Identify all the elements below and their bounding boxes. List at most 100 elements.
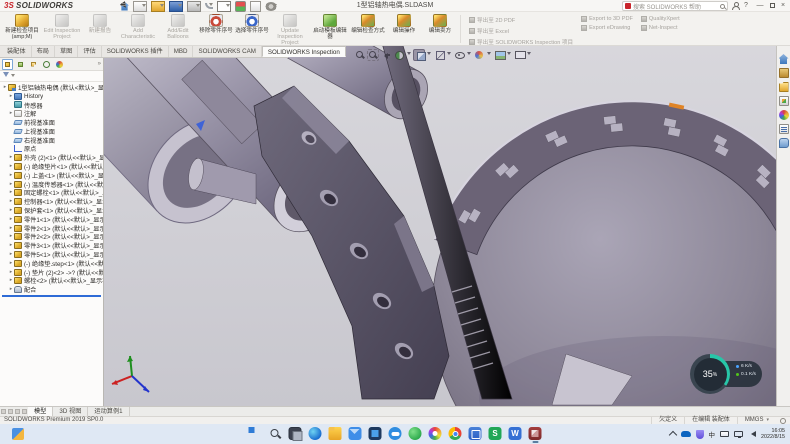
custom-properties-icon[interactable] bbox=[779, 124, 789, 134]
tree-item[interactable]: 零件3<1> (默认<<默认>_显示状态 bbox=[0, 241, 103, 250]
hide-show-items-icon[interactable] bbox=[453, 49, 465, 61]
ribbon-button[interactable]: 编辑操作 bbox=[386, 13, 422, 45]
fm-tabs-overflow[interactable]: » bbox=[98, 61, 101, 67]
command-tab[interactable]: SOLIDWORKS 插件 bbox=[102, 46, 169, 57]
export-item[interactable]: Export eDrawing bbox=[581, 25, 633, 31]
qat-icon[interactable] bbox=[218, 2, 227, 11]
display-cast-icon[interactable] bbox=[734, 431, 743, 437]
command-tab[interactable]: 装配体 bbox=[2, 46, 32, 57]
tree-item[interactable]: 外壳 (2)<1> (默认<<默认>_显示状 bbox=[0, 153, 103, 162]
configurationmanager-icon[interactable] bbox=[28, 59, 39, 70]
tree-item[interactable]: 零件1<1> (默认<<默认>_显示状态 bbox=[0, 215, 103, 224]
ribbon-button[interactable]: Edit Inspection Project bbox=[42, 13, 82, 45]
tree-item[interactable]: (-) 上盖<1> (默认<<默认>_显示状 bbox=[0, 171, 103, 180]
forum-icon[interactable] bbox=[779, 138, 789, 148]
tree-item[interactable]: History bbox=[0, 92, 103, 101]
status-item[interactable]: MMGS bbox=[737, 417, 776, 424]
solidworks-resources-icon[interactable] bbox=[779, 54, 789, 64]
file-explorer-task-icon[interactable] bbox=[329, 427, 342, 440]
solidworks-app-icon[interactable] bbox=[529, 427, 542, 440]
hud-caret-icon[interactable] bbox=[527, 52, 531, 57]
qat-icon[interactable] bbox=[188, 2, 197, 11]
tree-item[interactable]: 注解 bbox=[0, 109, 103, 118]
w-app-icon[interactable]: W bbox=[509, 427, 522, 440]
command-tab[interactable]: 评估 bbox=[78, 46, 101, 57]
search-magnifier-icon[interactable] bbox=[720, 4, 725, 9]
keyboard-icon[interactable] bbox=[720, 431, 729, 437]
widgets-icon[interactable] bbox=[12, 428, 24, 440]
status-item[interactable]: 欠定义 bbox=[651, 417, 684, 424]
doc-tab[interactable]: 模型 bbox=[28, 407, 53, 416]
tree-item[interactable]: 上视基准面 bbox=[0, 127, 103, 136]
restore-button[interactable] bbox=[767, 0, 777, 12]
system-monitor-overlay[interactable]: 6 K/s 0.1 K/s 35% bbox=[690, 354, 766, 394]
ribbon-button[interactable]: 新建报告 bbox=[82, 13, 118, 45]
edit-appearance-icon[interactable] bbox=[473, 49, 485, 61]
options-icon[interactable] bbox=[265, 2, 277, 11]
export-item[interactable]: Net-Inspect bbox=[641, 25, 680, 31]
tray-clock[interactable]: 16:05 2022/8/15 bbox=[761, 428, 785, 440]
new-document-icon[interactable] bbox=[133, 1, 147, 12]
minimize-button[interactable]: — bbox=[754, 0, 766, 12]
hud-caret-icon[interactable] bbox=[487, 52, 491, 57]
s-app-icon[interactable]: S bbox=[489, 427, 502, 440]
feature-tree-filter[interactable] bbox=[0, 71, 103, 82]
cloud-app-icon[interactable] bbox=[389, 427, 402, 440]
cad-model-canvas[interactable] bbox=[104, 46, 776, 406]
export-item[interactable]: 导出至 Excel bbox=[469, 27, 573, 35]
doc-tab[interactable]: 3D 视图 bbox=[53, 407, 88, 416]
command-tab[interactable]: 草图 bbox=[55, 46, 78, 57]
qat-icon[interactable] bbox=[170, 2, 179, 11]
appearances-scenes-icon[interactable] bbox=[779, 110, 789, 120]
command-tab[interactable]: 布局 bbox=[32, 46, 55, 57]
tree-item[interactable]: 零件5<1> (默认<<默认>_显示状态 bbox=[0, 250, 103, 259]
displaymanager-icon[interactable] bbox=[54, 59, 65, 70]
pane-split-handle[interactable] bbox=[8, 409, 13, 414]
ribbon-button[interactable]: 选择零件序号 bbox=[234, 13, 270, 45]
ime-language-indicator[interactable]: 中 bbox=[709, 429, 716, 439]
hud-caret-icon[interactable] bbox=[507, 52, 511, 57]
zoom-area-icon[interactable] bbox=[367, 49, 379, 61]
hud-caret-icon[interactable] bbox=[467, 52, 471, 57]
section-view-icon[interactable] bbox=[393, 49, 405, 61]
start-icon[interactable] bbox=[249, 427, 262, 440]
graphics-viewport[interactable]: 6 K/s 0.1 K/s 35% bbox=[104, 46, 776, 406]
file-explorer-icon[interactable] bbox=[779, 82, 789, 92]
ribbon-button[interactable]: 编辑卖方 bbox=[422, 13, 458, 45]
file-properties-icon[interactable] bbox=[250, 1, 261, 12]
qat-icon[interactable] bbox=[207, 1, 210, 10]
save-icon[interactable] bbox=[169, 1, 183, 12]
rebuild-icon[interactable] bbox=[235, 1, 246, 12]
edge-icon[interactable] bbox=[309, 427, 322, 440]
display-style-icon[interactable] bbox=[433, 49, 445, 61]
mail-icon[interactable] bbox=[349, 427, 362, 440]
dimxpertmanager-icon[interactable] bbox=[41, 59, 52, 70]
tree-item[interactable]: 传感器 bbox=[0, 101, 103, 110]
tree-item[interactable]: (-) 绝缘垫片<1> (默认<<默认>_显 bbox=[0, 162, 103, 171]
ribbon-button[interactable]: Add/Edit Balloons bbox=[158, 13, 198, 45]
pane-split-handle[interactable] bbox=[15, 409, 20, 414]
command-tab[interactable]: MBD bbox=[169, 46, 194, 57]
tree-item[interactable]: 零件2<2> (默认<<默认>_显示状态 bbox=[0, 233, 103, 242]
design-library-icon[interactable] bbox=[779, 68, 789, 78]
propertymanager-icon[interactable] bbox=[15, 59, 26, 70]
tree-item[interactable]: 保护套<1> (默认<<默认>_显示状 bbox=[0, 206, 103, 215]
previous-view-icon[interactable] bbox=[380, 49, 392, 61]
hud-caret-icon[interactable] bbox=[407, 52, 411, 57]
store-icon[interactable] bbox=[369, 427, 382, 440]
tray-chevron-up-icon[interactable] bbox=[668, 431, 676, 439]
ribbon-button[interactable]: Add Characteristic bbox=[118, 13, 158, 45]
login-button[interactable] bbox=[730, 0, 740, 12]
task-view-icon[interactable] bbox=[289, 427, 302, 440]
monitor-percent-ring[interactable]: 35% bbox=[690, 354, 730, 394]
hud-caret-icon[interactable] bbox=[447, 52, 451, 57]
view-orientation-icon[interactable] bbox=[413, 49, 425, 61]
tree-item[interactable]: 螺栓<2> (默认<<默认>_显示状态 bbox=[0, 277, 103, 286]
tree-item[interactable]: 前视基准面 bbox=[0, 118, 103, 127]
status-globe-icon[interactable] bbox=[780, 418, 786, 424]
export-item[interactable]: 导出至 2D PDF bbox=[469, 16, 573, 24]
featuremanager-tree-icon[interactable] bbox=[2, 59, 13, 70]
ribbon-button[interactable]: 启动模板编辑器 bbox=[310, 13, 350, 45]
print-icon[interactable] bbox=[187, 1, 201, 12]
ribbon-button[interactable]: 编辑检查方式 bbox=[350, 13, 386, 45]
